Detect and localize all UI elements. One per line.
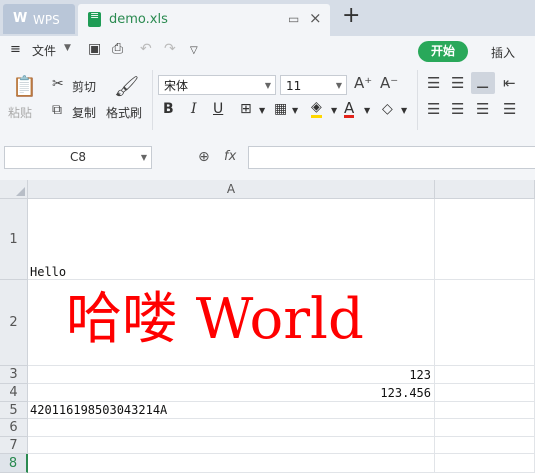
close-icon[interactable]: ×: [309, 9, 322, 27]
chevron-down-icon[interactable]: ▼: [364, 106, 370, 115]
chevron-down-icon[interactable]: ▼: [292, 106, 298, 115]
formula-input[interactable]: [248, 146, 535, 169]
copy-button[interactable]: 复制: [72, 104, 96, 121]
row-header-2[interactable]: 2: [0, 280, 28, 366]
increase-font-icon[interactable]: A⁺: [354, 74, 372, 92]
undo-icon[interactable]: ↶: [140, 41, 152, 57]
orientation-icon[interactable]: ⇤: [503, 74, 516, 92]
eraser-icon[interactable]: ◇: [382, 101, 393, 117]
align-left-icon[interactable]: ☰: [427, 100, 440, 118]
align-center-icon[interactable]: ☰: [451, 100, 464, 118]
cell-style-icon[interactable]: ▦: [274, 101, 287, 117]
cell-a3[interactable]: 123: [28, 366, 435, 384]
cell-a7[interactable]: [28, 437, 435, 454]
cell-b6[interactable]: [435, 419, 535, 437]
font-name-value: 宋体: [164, 79, 189, 93]
cell-a1[interactable]: Hello: [28, 199, 435, 280]
row-header-5[interactable]: 5: [0, 402, 28, 419]
cell-a6[interactable]: [28, 419, 435, 437]
row-header-7[interactable]: 7: [0, 437, 28, 454]
zoom-icon[interactable]: ⊕: [198, 149, 210, 165]
chevron-down-icon[interactable]: ▼: [64, 43, 71, 53]
tab-document[interactable]: demo.xls ▭ ×: [78, 4, 330, 36]
plus-icon[interactable]: +: [342, 3, 360, 28]
font-name-select[interactable]: 宋体 ▼: [158, 75, 276, 95]
cell-b3[interactable]: [435, 366, 535, 384]
align-bottom-icon[interactable]: ⚊: [476, 74, 489, 92]
spreadsheet-file-icon: [88, 9, 101, 27]
cell-b8[interactable]: [435, 454, 535, 473]
tab-wps-home[interactable]: W WPS: [3, 4, 75, 34]
tab-wps-label: WPS: [33, 13, 60, 27]
italic-button[interactable]: I: [191, 101, 197, 117]
select-all-corner[interactable]: [0, 180, 28, 199]
border-icon[interactable]: ⊞: [240, 101, 252, 117]
chevron-down-icon[interactable]: ▼: [259, 106, 265, 115]
paste-button[interactable]: 粘贴: [8, 104, 32, 121]
cell-b4[interactable]: [435, 384, 535, 402]
chevron-down-icon[interactable]: ▼: [401, 106, 407, 115]
align-middle-icon[interactable]: ☰: [451, 74, 464, 92]
justify-icon[interactable]: ☰: [503, 100, 516, 118]
cut-button[interactable]: 剪切: [72, 78, 96, 95]
cell-a5[interactable]: 420116198503043214A: [28, 402, 435, 419]
row-header-8[interactable]: 8: [0, 454, 28, 473]
wps-logo-icon: W: [13, 11, 28, 26]
chevron-down-icon: ▼: [264, 81, 271, 90]
row-header-3[interactable]: 3: [0, 366, 28, 384]
tab-document-label: demo.xls: [109, 12, 168, 27]
tab-bar: W WPS demo.xls ▭ × +: [0, 0, 535, 36]
file-menu[interactable]: 文件: [32, 42, 56, 59]
chevron-down-icon[interactable]: ▼: [331, 106, 337, 115]
decrease-font-icon[interactable]: A⁻: [380, 74, 398, 92]
column-header-a[interactable]: A: [28, 180, 435, 199]
cell-a2[interactable]: 哈喽 World: [28, 280, 435, 366]
tab-start[interactable]: 开始: [418, 41, 468, 62]
column-header-b[interactable]: [435, 180, 535, 199]
name-box-value: C8: [69, 150, 86, 164]
cell-b7[interactable]: [435, 437, 535, 454]
hamburger-menu-icon[interactable]: ≡: [10, 42, 21, 57]
ribbon-separator: [417, 70, 418, 130]
tab-insert[interactable]: 插入: [491, 44, 515, 61]
cell-a8[interactable]: [28, 454, 435, 473]
customize-dropdown-icon[interactable]: ▽: [190, 45, 198, 56]
cell-b1[interactable]: [435, 199, 535, 280]
row-header-4[interactable]: 4: [0, 384, 28, 402]
cell-a4[interactable]: 123.456: [28, 384, 435, 402]
ribbon-separator: [152, 70, 153, 130]
chevron-down-icon: ▼: [335, 81, 342, 90]
save-icon[interactable]: ▣: [88, 41, 101, 57]
scissors-icon[interactable]: ✂: [52, 76, 64, 92]
cell-b2[interactable]: [435, 280, 535, 366]
name-box[interactable]: C8 ▼: [4, 146, 152, 169]
print-icon[interactable]: ⎙: [112, 41, 123, 57]
cell-b5[interactable]: [435, 402, 535, 419]
function-icon[interactable]: fx: [224, 149, 236, 164]
font-color-button[interactable]: A: [344, 101, 355, 118]
monitor-icon[interactable]: ▭: [288, 12, 299, 26]
font-size-value: 11: [286, 79, 302, 93]
font-size-select[interactable]: 11 ▼: [280, 75, 347, 95]
redo-icon[interactable]: ↷: [164, 41, 176, 57]
row-header-1[interactable]: 1: [0, 199, 28, 280]
bold-button[interactable]: B: [163, 101, 174, 117]
copy-icon[interactable]: ⧉: [52, 102, 62, 118]
format-painter-icon[interactable]: 🖌: [114, 74, 139, 98]
underline-button[interactable]: U: [213, 101, 223, 117]
row-header-6[interactable]: 6: [0, 419, 28, 437]
paste-icon[interactable]: 📋: [12, 74, 37, 98]
align-top-icon[interactable]: ☰: [427, 74, 440, 92]
format-painter-button[interactable]: 格式刷: [106, 104, 142, 121]
chevron-down-icon: ▼: [140, 153, 147, 162]
fill-color-icon[interactable]: ◈: [311, 100, 322, 118]
align-right-icon[interactable]: ☰: [476, 100, 489, 118]
